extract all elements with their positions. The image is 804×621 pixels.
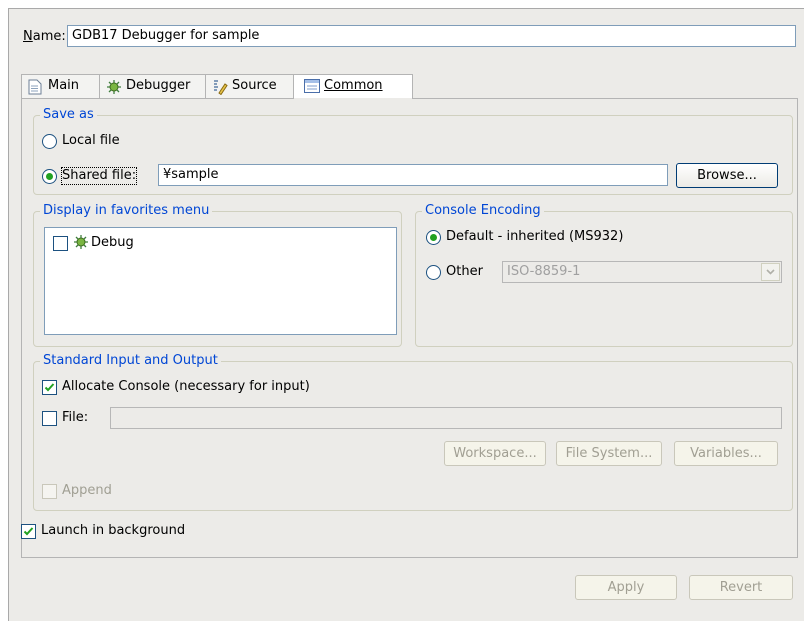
favorites-debug-checkbox[interactable]	[53, 236, 68, 251]
encoding-other-radio[interactable]	[426, 265, 441, 280]
encoding-other-value: ISO-8859-1	[507, 264, 581, 279]
encoding-other-select[interactable]: ISO-8859-1	[502, 261, 782, 283]
revert-button[interactable]: Revert	[689, 575, 793, 600]
encoding-default-label: Default - inherited (MS932)	[446, 229, 624, 244]
save-as-group: Save as Local file Shared file: ¥sample …	[33, 107, 793, 195]
allocate-console-label: Allocate Console (necessary for input)	[62, 379, 310, 394]
tab-common-label: Common	[324, 78, 383, 93]
tab-source[interactable]: Source	[205, 74, 295, 99]
name-field[interactable]: GDB17 Debugger for sample	[67, 25, 796, 47]
bug-icon	[73, 234, 89, 254]
local-file-radio[interactable]	[42, 134, 57, 149]
browse-button[interactable]: Browse...	[676, 163, 778, 188]
launch-config-panel: Name: GDB17 Debugger for sample Main Deb…	[8, 8, 804, 621]
encoding-other-label: Other	[446, 264, 483, 279]
std-io-group: Standard Input and Output Allocate Conso…	[33, 353, 793, 511]
file-label: File:	[62, 410, 89, 425]
allocate-console-checkbox[interactable]	[42, 380, 57, 395]
file-input[interactable]	[110, 407, 782, 429]
shared-file-label: Shared file:	[60, 167, 138, 185]
append-checkbox[interactable]	[42, 484, 57, 499]
append-label: Append	[62, 483, 112, 498]
shared-file-input[interactable]: ¥sample	[158, 164, 668, 186]
shared-file-radio[interactable]	[42, 169, 57, 184]
chevron-down-icon[interactable]	[761, 263, 780, 281]
workspace-button[interactable]: Workspace...	[444, 441, 546, 466]
favorites-title: Display in favorites menu	[40, 203, 213, 219]
file-system-button[interactable]: File System...	[556, 441, 662, 466]
save-as-title: Save as	[40, 107, 97, 123]
file-checkbox[interactable]	[42, 411, 57, 426]
favorites-group: Display in favorites menu Debug	[33, 203, 402, 347]
tab-main[interactable]: Main	[21, 74, 101, 99]
launch-background-label: Launch in background	[41, 523, 186, 538]
tab-source-label: Source	[232, 78, 277, 93]
encoding-default-radio[interactable]	[426, 230, 441, 245]
launch-background-checkbox[interactable]	[21, 524, 36, 539]
variables-button[interactable]: Variables...	[674, 441, 778, 466]
favorites-debug-label: Debug	[91, 235, 134, 250]
name-label: Name:	[23, 29, 66, 44]
tab-common[interactable]: Common	[293, 74, 413, 99]
std-io-title: Standard Input and Output	[40, 353, 221, 369]
console-encoding-title: Console Encoding	[422, 203, 544, 219]
tab-debugger[interactable]: Debugger	[99, 74, 207, 99]
console-encoding-group: Console Encoding Default - inherited (MS…	[415, 203, 793, 347]
tab-main-label: Main	[48, 78, 80, 93]
apply-button[interactable]: Apply	[575, 575, 677, 600]
active-tab-join	[294, 98, 412, 100]
local-file-label: Local file	[62, 133, 120, 148]
tab-debugger-label: Debugger	[126, 78, 191, 93]
favorites-list[interactable]: Debug	[44, 227, 397, 335]
